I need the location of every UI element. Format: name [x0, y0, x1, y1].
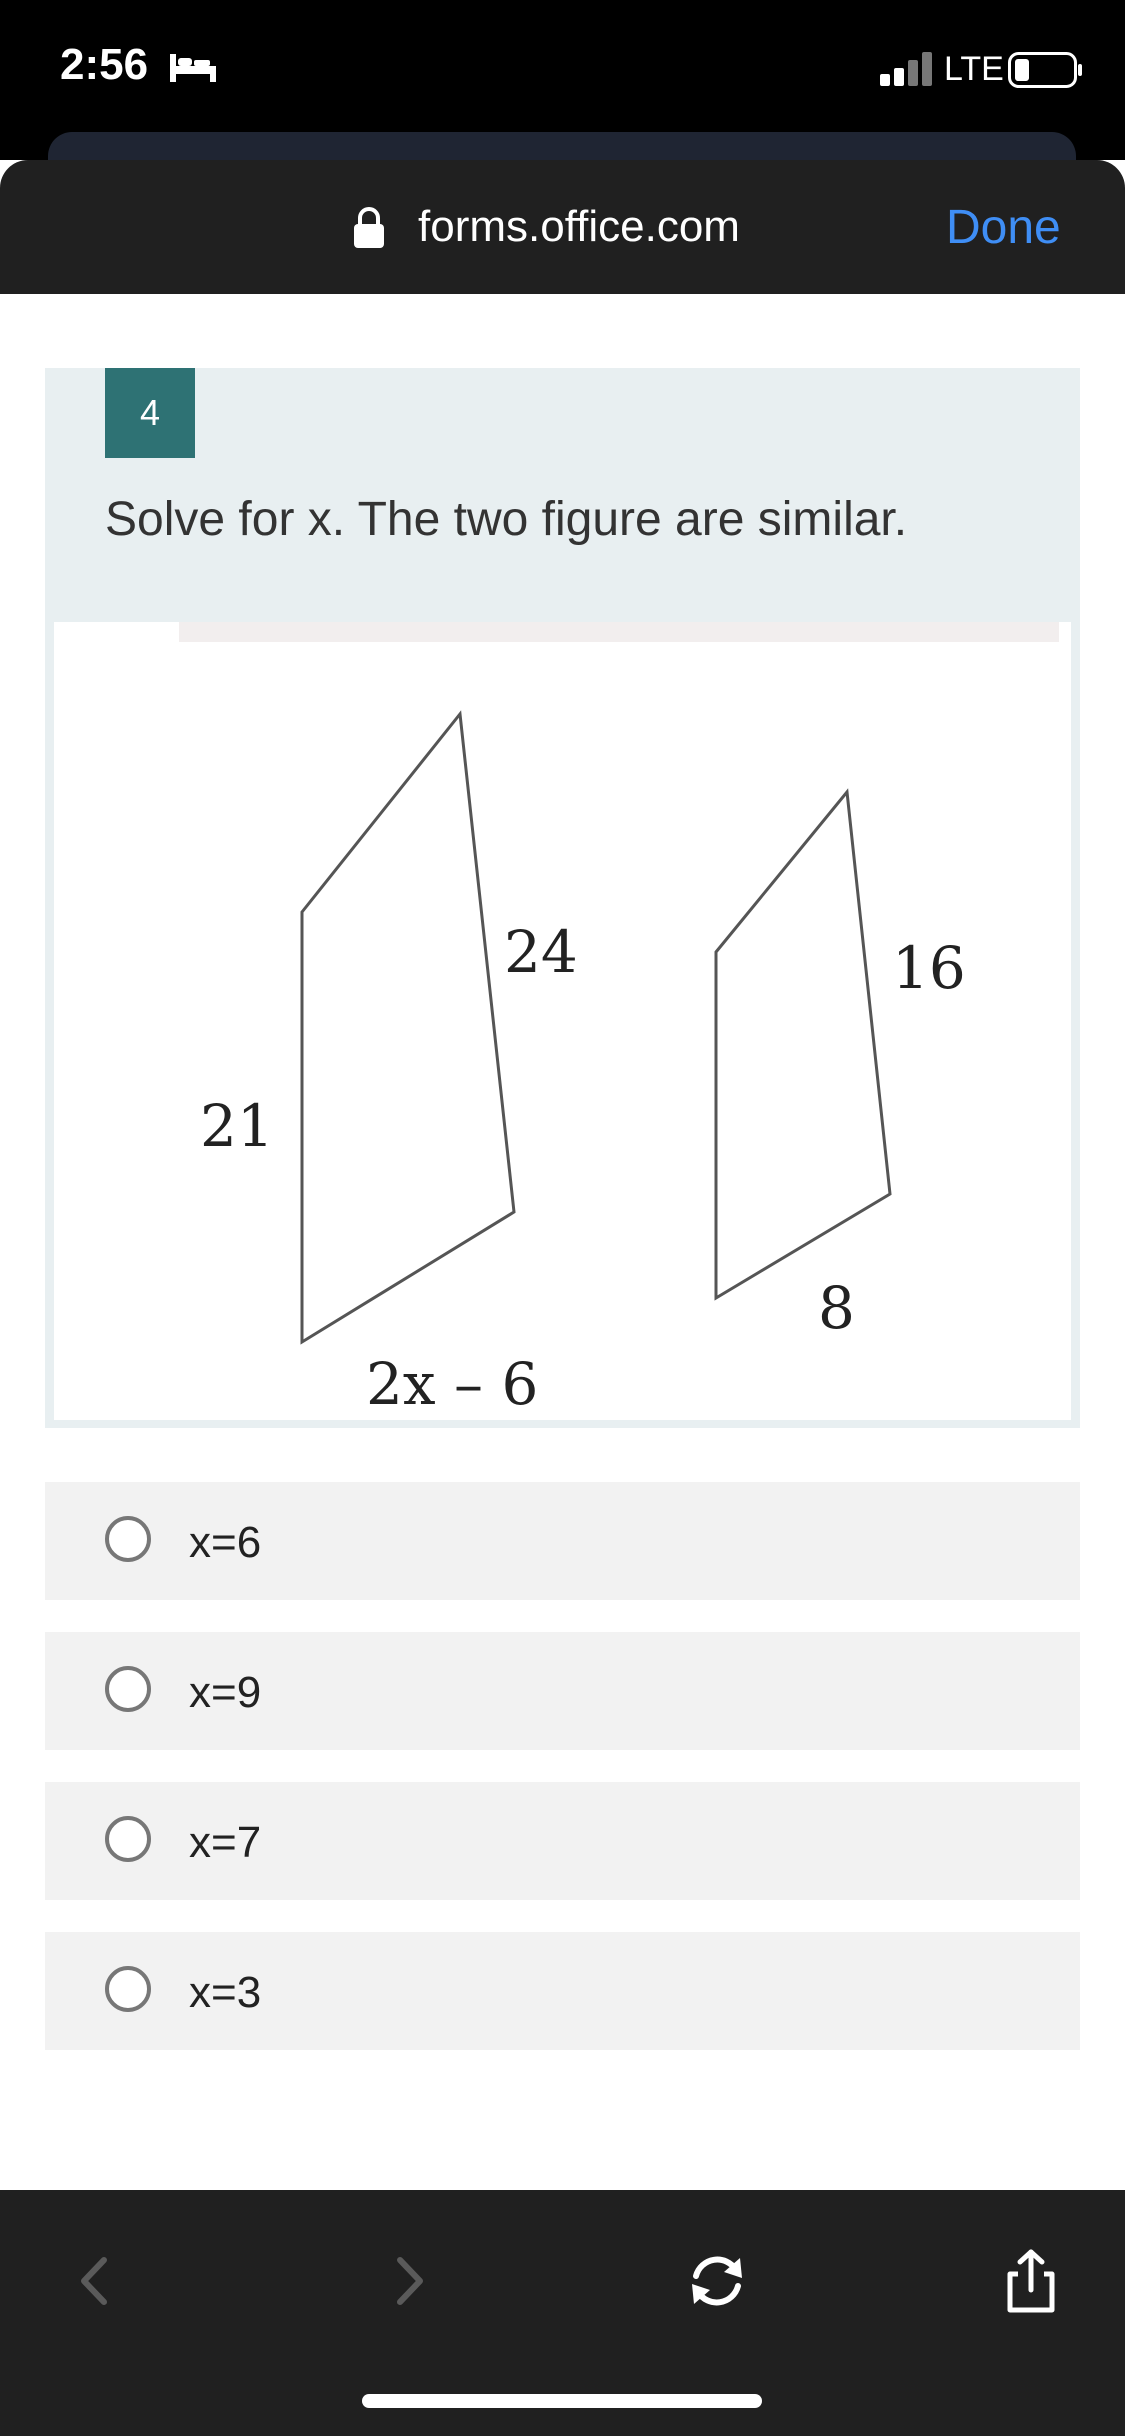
forward-icon[interactable]	[374, 2246, 444, 2316]
small-quadrilateral	[714, 788, 892, 1301]
lock-icon	[354, 207, 384, 248]
question-text: Solve for x. The two figure are similar.	[105, 493, 908, 546]
reload-icon[interactable]	[682, 2246, 752, 2316]
question-card: 4 Solve for x. The two figure are simila…	[45, 368, 1080, 1428]
radio-button[interactable]	[105, 1966, 151, 2012]
large-quadrilateral	[300, 710, 516, 1345]
option-x6[interactable]: x=6	[45, 1482, 1080, 1600]
radio-button[interactable]	[105, 1816, 151, 1862]
similar-quadrilaterals-figure: 21 24 2x – 6 16 8	[200, 710, 966, 1418]
option-label: x=7	[189, 1818, 262, 1867]
share-icon[interactable]	[996, 2246, 1066, 2316]
network-type: LTE	[944, 50, 1004, 88]
label-small-right: 16	[892, 934, 966, 1002]
question-figure: 21 24 2x – 6 16 8	[54, 622, 1071, 1420]
signal-icon	[880, 52, 932, 86]
radio-button[interactable]	[105, 1666, 151, 1712]
option-x7[interactable]: x=7	[45, 1782, 1080, 1900]
option-label: x=9	[189, 1668, 262, 1717]
label-small-bottom: 8	[818, 1274, 855, 1342]
browser-address-bar: forms.office.com Done	[0, 160, 1125, 294]
option-label: x=6	[189, 1518, 262, 1567]
back-icon[interactable]	[60, 2246, 130, 2316]
status-time: 2:56	[60, 40, 149, 89]
radio-button[interactable]	[105, 1516, 151, 1562]
option-x3[interactable]: x=3	[45, 1932, 1080, 2050]
label-large-left: 21	[200, 1092, 274, 1160]
battery-icon	[1008, 52, 1082, 88]
option-x9[interactable]: x=9	[45, 1632, 1080, 1750]
question-number: 4	[105, 368, 195, 458]
label-large-bottom: 2x – 6	[366, 1350, 538, 1418]
sleep-focus-icon	[170, 54, 216, 82]
option-label: x=3	[189, 1968, 262, 2017]
home-indicator[interactable]	[362, 2394, 762, 2408]
label-large-right: 24	[504, 918, 578, 986]
done-button[interactable]: Done	[946, 200, 1061, 255]
url-text[interactable]: forms.office.com	[418, 202, 740, 252]
